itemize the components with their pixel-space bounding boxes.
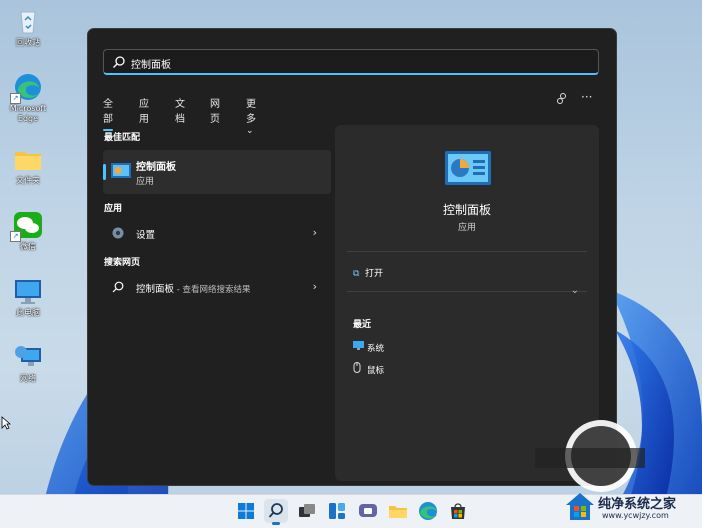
recycle-bin-icon <box>13 6 43 36</box>
preview-title: 控制面板 <box>442 203 491 217</box>
search-input[interactable]: 控制面板 <box>131 56 171 71</box>
settings-gear-icon <box>112 227 124 239</box>
desktop-icon-label: Microsoft Edge <box>9 104 47 123</box>
monitor-icon <box>13 276 43 306</box>
edge-icon <box>419 502 437 520</box>
chat-button[interactable] <box>356 499 380 523</box>
best-match-subtitle: 应用 <box>136 177 155 187</box>
search-icon <box>268 503 283 518</box>
best-match-item[interactable]: 控制面板 应用 <box>103 150 331 194</box>
recent-header: 最近 <box>353 320 372 330</box>
open-external-icon: ⧉ <box>353 269 360 279</box>
tab-web[interactable]: 网页 <box>210 95 220 125</box>
shortcut-arrow-icon: ↗ <box>10 231 21 242</box>
search-box[interactable]: 控制面板 <box>103 49 599 75</box>
best-match-title: 控制面板 <box>136 162 176 173</box>
chevron-right-icon[interactable]: › <box>313 280 317 293</box>
search-icon <box>112 281 124 293</box>
store-icon <box>451 503 465 519</box>
tab-apps[interactable]: 应用 <box>139 95 149 125</box>
account-switch-icon[interactable] <box>556 92 568 108</box>
recent-item-label: 系统 <box>367 344 385 354</box>
folder-icon <box>13 144 43 174</box>
control-panel-icon <box>111 163 131 178</box>
edge-button[interactable] <box>416 499 440 523</box>
chevron-right-icon[interactable]: › <box>313 226 317 239</box>
task-view-icon <box>299 504 315 517</box>
web-result-query: 控制面板 <box>136 284 175 295</box>
selection-indicator <box>103 164 106 180</box>
watermark-title: 纯净系统之家 <box>598 497 677 512</box>
tab-more[interactable]: 更多 ⌄ <box>246 95 256 136</box>
folder-icon <box>389 506 407 518</box>
shortcut-arrow-icon: ↗ <box>10 93 21 104</box>
search-icon <box>113 56 125 68</box>
desktop-icon-recycle-bin[interactable]: 回收站 <box>2 6 54 48</box>
system-icon <box>353 341 367 354</box>
web-result-sub: - 查看网络搜索结果 <box>174 285 251 295</box>
preview-subtitle: 应用 <box>457 223 476 233</box>
desktop-icon-wechat[interactable]: ↗ 微信 <box>2 210 54 252</box>
result-settings-label: 设置 <box>136 230 156 241</box>
watermark-url: www.ycwjzy.com <box>602 511 669 520</box>
wechat-icon: ↗ <box>10 210 43 242</box>
tab-all[interactable]: 全部 <box>103 95 113 131</box>
control-panel-large-icon <box>445 151 491 185</box>
desktop-icon-label: 网络 <box>20 374 36 383</box>
desktop-icon-edge[interactable]: ↗ Microsoft Edge <box>2 72 54 124</box>
teams-chat-icon <box>359 504 377 517</box>
section-header-best-match: 最佳匹配 <box>104 133 141 143</box>
open-label: 打开 <box>365 269 384 279</box>
more-options-icon[interactable]: ··· <box>581 90 592 104</box>
site-watermark: 纯净系统之家 www.ycwjzy.com <box>558 488 698 526</box>
open-action[interactable]: ⧉ 打开 <box>353 266 383 279</box>
recent-item-label: 鼠标 <box>367 366 385 376</box>
result-settings[interactable]: 设置 › <box>103 222 331 244</box>
divider <box>347 251 587 252</box>
taskbar-search-button[interactable] <box>264 499 288 525</box>
task-view-button[interactable] <box>295 499 319 523</box>
file-explorer-button[interactable] <box>386 499 410 523</box>
store-button[interactable] <box>446 499 470 523</box>
divider <box>347 291 587 292</box>
start-button[interactable] <box>234 499 258 523</box>
widgets-button[interactable] <box>325 499 349 523</box>
web-result-text: 控制面板 - 查看网络搜索结果 <box>136 281 251 295</box>
section-header-apps: 应用 <box>104 204 123 214</box>
edge-icon: ↗ <box>10 72 43 104</box>
tab-documents[interactable]: 文档 <box>175 95 185 125</box>
mouse-icon <box>353 362 367 376</box>
desktop-icon-label: 微信 <box>20 242 36 251</box>
recent-item-mouse[interactable]: 鼠标 <box>353 362 384 376</box>
chevron-down-icon: ⌄ <box>246 126 254 136</box>
watermark-logo-partial <box>535 420 645 492</box>
desktop-icon-label: 回收站 <box>16 38 40 47</box>
windows-logo-icon <box>238 503 254 519</box>
recent-item-system[interactable]: 系统 <box>353 341 384 354</box>
desktop-icon-this-pc[interactable]: 此电脑 <box>2 276 54 318</box>
desktop-icon-label: 此电脑 <box>16 308 40 317</box>
desktop-icon-label: 文件夹 <box>16 176 40 185</box>
result-web-search[interactable]: 控制面板 - 查看网络搜索结果 › <box>103 276 331 298</box>
tab-more-label: 更多 <box>246 99 256 125</box>
desktop-icon-network[interactable]: 网络 <box>2 342 54 384</box>
expand-chevron-icon[interactable]: ⌄ <box>571 285 579 296</box>
desktop-icon-folder[interactable]: 文件夹 <box>2 144 54 186</box>
network-icon <box>13 342 43 372</box>
widgets-icon <box>329 503 345 519</box>
watermark-house-logo <box>566 493 594 520</box>
mouse-cursor-icon <box>1 416 11 430</box>
section-header-web: 搜索网页 <box>104 258 141 268</box>
